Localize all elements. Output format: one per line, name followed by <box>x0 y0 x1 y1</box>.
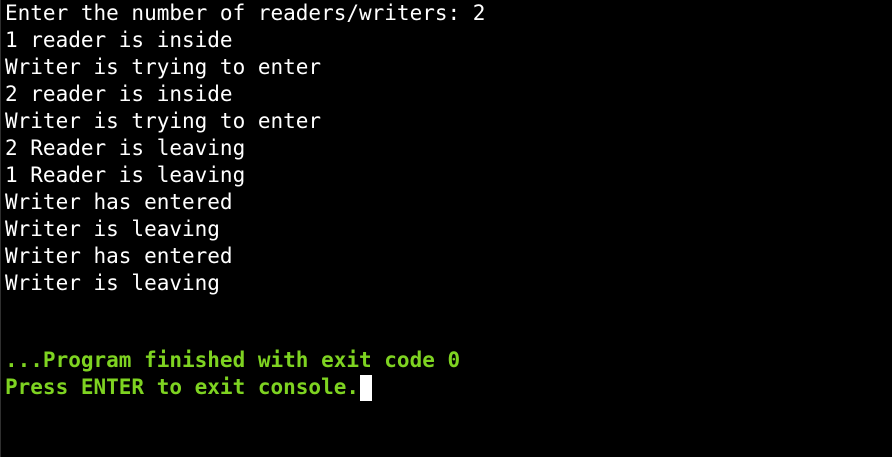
exit-prompt-text: Press ENTER to exit console. <box>5 375 360 399</box>
program-status: ...Program finished with exit code 0 Pre… <box>5 347 460 401</box>
exit-code-message: ...Program finished with exit code 0 <box>5 347 460 374</box>
output-line-prompt: Enter the number of readers/writers: 2 <box>5 1 486 25</box>
output-line: Writer is trying to enter <box>5 55 322 79</box>
output-line: Writer is leaving <box>5 271 220 295</box>
output-line: 2 reader is inside <box>5 82 233 106</box>
output-line: 2 Reader is leaving <box>5 136 246 160</box>
exit-code-text: ...Program finished with exit code 0 <box>5 348 461 372</box>
output-line: Writer has entered <box>5 190 233 214</box>
exit-prompt-line[interactable]: Press ENTER to exit console. <box>5 374 460 401</box>
output-line: Writer is trying to enter <box>5 109 322 133</box>
program-output: Enter the number of readers/writers: 2 1… <box>5 0 485 297</box>
output-line: 1 reader is inside <box>5 28 233 52</box>
output-line: Writer has entered <box>5 244 233 268</box>
text-cursor <box>360 374 373 401</box>
terminal-console[interactable]: Enter the number of readers/writers: 2 1… <box>0 0 892 457</box>
output-line: Writer is leaving <box>5 217 220 241</box>
output-line: 1 Reader is leaving <box>5 163 246 187</box>
